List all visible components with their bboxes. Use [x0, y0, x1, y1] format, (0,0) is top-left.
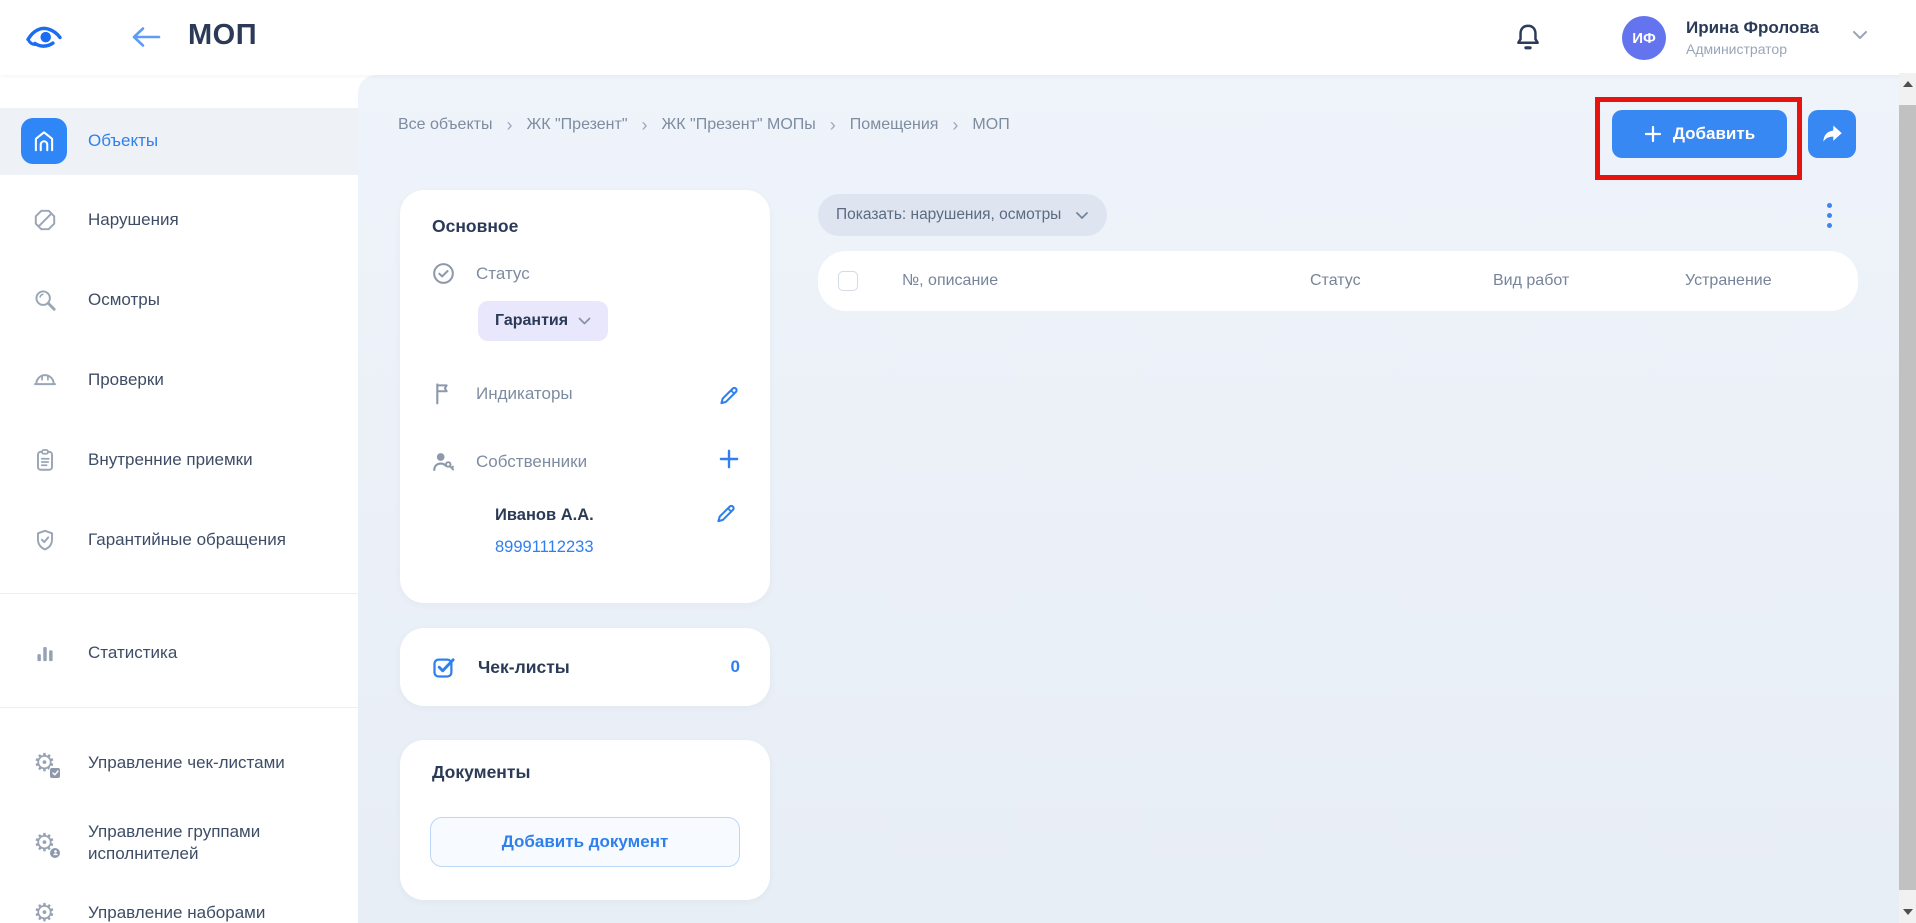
page-title: МОП — [188, 19, 257, 52]
card-title: Основное — [432, 216, 518, 237]
show-filter-dropdown[interactable]: Показать: нарушения, осмотры — [818, 194, 1107, 236]
chevron-down-icon[interactable] — [1852, 30, 1868, 40]
checklists-label: Чек-листы — [478, 657, 570, 678]
sidebar-item-label: Проверки — [88, 369, 328, 391]
edit-indicators-pencil-icon[interactable] — [716, 382, 742, 408]
status-value: Гарантия — [495, 312, 568, 330]
owners-person-key-icon — [430, 448, 457, 475]
status-label: Статус — [476, 264, 530, 284]
column-header-work-type: Вид работ — [1493, 272, 1569, 290]
sidebar-item-label: Управление наборами — [88, 902, 328, 923]
bar-chart-icon — [31, 640, 58, 667]
more-options-menu[interactable] — [1820, 198, 1838, 232]
sidebar-item-objects[interactable]: Объекты — [0, 108, 358, 175]
sidebar-item-label: Осмотры — [88, 289, 328, 311]
owner-phone-link[interactable]: 89991112233 — [495, 538, 594, 557]
sidebar-item-label: Гарантийные обращения — [88, 529, 328, 551]
select-all-checkbox[interactable] — [838, 271, 858, 291]
shield-check-icon — [31, 527, 58, 554]
eye-logo[interactable] — [24, 20, 64, 52]
breadcrumb-item[interactable]: Помещения — [850, 116, 939, 134]
edit-owner-pencil-icon[interactable] — [713, 500, 739, 526]
sidebar-item-label: Нарушения — [88, 209, 328, 231]
user-name: Ирина Фролова — [1686, 18, 1819, 38]
sidebar-item-label: Внутренние приемки — [88, 449, 328, 471]
sidebar-item-inspections[interactable]: Осмотры — [0, 272, 358, 328]
sidebar-item-manage-executor-groups[interactable]: ⚙ Управление группами исполнителей — [0, 815, 358, 871]
plus-icon — [1644, 125, 1662, 143]
sidebar-item-manage-checklists[interactable]: ⚙ Управление чек-листами — [0, 735, 358, 791]
sidebar-item-label: Управление группами исполнителей — [88, 821, 328, 865]
owners-label: Собственники — [476, 452, 587, 472]
sidebar-item-manage-sets[interactable]: ⚙ Управление наборами — [0, 885, 358, 923]
sidebar-divider — [0, 593, 358, 594]
app-window: МОП ИФ Ирина Фролова Администратор Объек… — [0, 0, 1916, 923]
scrollbar-up-button[interactable] — [1899, 73, 1916, 95]
sidebar-item-internal-acceptances[interactable]: Внутренние приемки — [0, 432, 358, 488]
add-owner-plus-icon[interactable] — [716, 446, 742, 472]
documents-title: Документы — [432, 762, 530, 783]
breadcrumb-item[interactable]: ЖК "Презент" — [526, 116, 627, 134]
checklist-icon — [430, 654, 457, 681]
gear-icon: ⚙ — [31, 900, 58, 923]
breadcrumb-separator: › — [952, 116, 958, 134]
column-header-description: №, описание — [902, 272, 998, 290]
flag-icon — [430, 380, 457, 407]
add-document-button[interactable]: Добавить документ — [430, 817, 740, 867]
chevron-down-icon — [578, 317, 591, 325]
filter-label: Показать: нарушения, осмотры — [836, 206, 1061, 224]
violation-icon — [31, 207, 58, 234]
records-table-header: №, описание Статус Вид работ Устранение — [818, 251, 1858, 311]
documents-card: Документы Добавить документ — [400, 740, 770, 900]
breadcrumb-item[interactable]: ЖК "Презент" МОПы — [662, 116, 816, 134]
breadcrumb-separator: › — [830, 116, 836, 134]
user-role: Администратор — [1686, 41, 1787, 57]
clipboard-icon — [31, 447, 58, 474]
sidebar-divider — [0, 707, 358, 708]
add-button-label: Добавить — [1673, 124, 1755, 144]
helmet-icon — [31, 367, 58, 394]
checklists-count: 0 — [731, 657, 740, 677]
breadcrumb-separator: › — [506, 116, 512, 134]
owner-name: Иванов А.А. — [495, 506, 594, 525]
notification-bell-icon[interactable] — [1512, 21, 1544, 55]
scrollbar-down-button[interactable] — [1899, 901, 1916, 923]
sidebar-item-label: Статистика — [88, 642, 328, 664]
column-header-status: Статус — [1310, 272, 1361, 290]
sidebar-item-statistics[interactable]: Статистика — [0, 625, 358, 681]
search-icon — [31, 287, 58, 314]
main-info-card: Основное Статус Гарантия Индикаторы — [400, 190, 770, 603]
avatar[interactable]: ИФ — [1622, 16, 1666, 60]
share-button[interactable] — [1808, 110, 1856, 158]
status-circle-check-icon — [430, 260, 457, 287]
sidebar-item-violations[interactable]: Нарушения — [0, 192, 358, 248]
sidebar: Объекты Нарушения Осмотры — [0, 75, 358, 923]
breadcrumb-item[interactable]: Все объекты — [398, 116, 492, 134]
sidebar-item-label: Объекты — [88, 130, 328, 152]
sidebar-item-checks[interactable]: Проверки — [0, 352, 358, 408]
main-content: Все объекты › ЖК "Презент" › ЖК "Презент… — [358, 75, 1899, 923]
sidebar-item-label: Управление чек-листами — [88, 752, 328, 774]
column-header-elimination: Устранение — [1685, 272, 1772, 290]
back-arrow-icon[interactable] — [126, 22, 166, 52]
chevron-down-icon — [1075, 211, 1089, 220]
breadcrumb: Все объекты › ЖК "Презент" › ЖК "Презент… — [398, 116, 1010, 134]
indicators-label: Индикаторы — [476, 384, 573, 404]
app-header: МОП ИФ Ирина Фролова Администратор — [0, 0, 1916, 75]
breadcrumb-separator: › — [642, 116, 648, 134]
share-icon — [1819, 122, 1845, 146]
gear-user-icon: ⚙ — [31, 830, 58, 857]
add-button[interactable]: Добавить — [1612, 110, 1787, 158]
scrollbar-thumb[interactable] — [1899, 105, 1916, 890]
gear-check-icon: ⚙ — [31, 750, 58, 777]
status-dropdown[interactable]: Гарантия — [478, 301, 608, 341]
checklists-card[interactable]: Чек-листы 0 — [400, 628, 770, 706]
breadcrumb-item-current: МОП — [972, 116, 1009, 134]
sidebar-item-warranty-requests[interactable]: Гарантийные обращения — [0, 512, 358, 568]
home-icon — [21, 118, 67, 164]
vertical-scrollbar — [1899, 73, 1916, 923]
